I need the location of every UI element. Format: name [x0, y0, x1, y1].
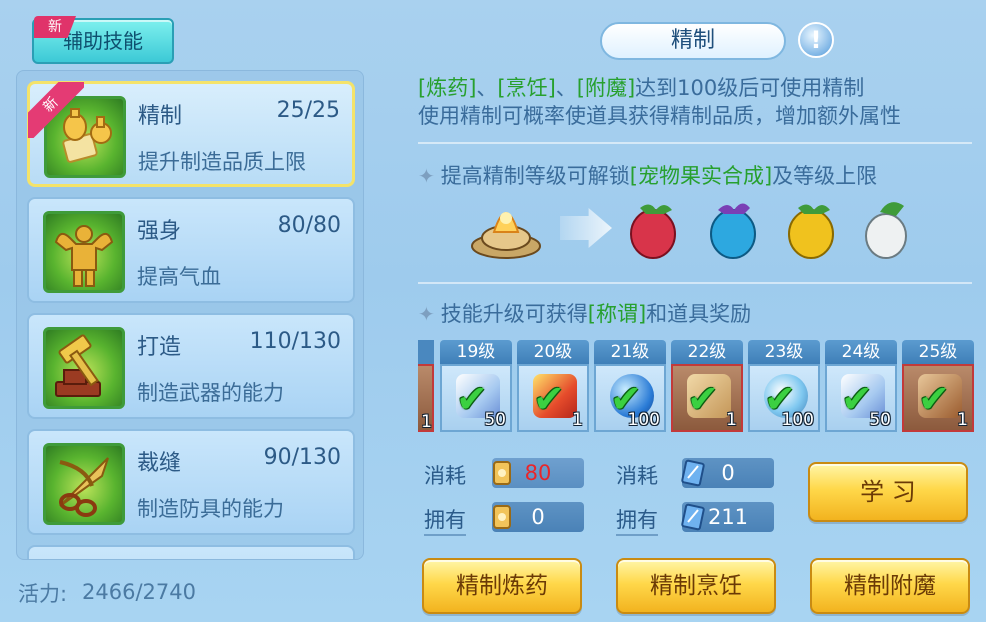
reward-level: 25级	[902, 340, 974, 364]
reward-level: 22级	[671, 340, 743, 364]
info-icon[interactable]: !	[798, 22, 834, 58]
skill-level: 25/25	[276, 98, 340, 123]
reward-cell[interactable]: 21级 ✔ 100	[594, 340, 666, 432]
skill-item-tailor[interactable]: 裁缝 90/130 制造防具的能力	[27, 429, 355, 535]
check-icon: ✔	[687, 377, 719, 421]
crystal-own-label: 拥有	[616, 504, 658, 536]
vitality-own-label: 拥有	[424, 504, 466, 536]
vitality-consume-label: 消耗	[424, 464, 466, 488]
skill-name: 打造	[137, 335, 182, 360]
alchemy-furnace-icon[interactable]	[470, 198, 541, 260]
yellow-pet-fruit-icon[interactable]	[782, 198, 844, 260]
new-ribbon: 新	[28, 82, 84, 138]
check-icon: ✔	[841, 377, 873, 421]
vitality-scroll-icon	[493, 461, 511, 485]
skill-item-refine[interactable]: 新 精制 25/25 提升制造品质上限	[27, 81, 355, 187]
reward-cell-partial[interactable]: 1	[418, 340, 434, 432]
skill-item-forge[interactable]: 打造 110/130 制造武器的能力	[27, 313, 355, 419]
strongman-icon	[43, 211, 125, 293]
reward-cell[interactable]: 23级 ✔ 100	[748, 340, 820, 432]
reward-cell[interactable]: 24级 ✔ 50	[825, 340, 897, 432]
check-icon: ✔	[533, 377, 565, 421]
divider	[418, 282, 972, 284]
red-pet-fruit-icon[interactable]	[624, 198, 686, 260]
skill-desc: 制造武器的能力	[137, 381, 284, 405]
description-text: 使用精制可概率使道具获得精制品质，增加额外属性	[418, 104, 901, 128]
skill-desc: 提高气血	[137, 265, 221, 289]
skill-name: 强身	[137, 219, 182, 244]
vitality-value: 2466/2740	[82, 580, 196, 604]
refine-alchemy-button[interactable]: 精制炼药	[422, 558, 582, 614]
skill-desc: 制造防具的能力	[137, 497, 284, 521]
skill-name: 裁缝	[137, 451, 182, 476]
learn-button[interactable]: 学 习	[808, 462, 968, 522]
skill-level: 90/130	[263, 445, 341, 470]
skill-title: 精制	[600, 22, 786, 60]
unlock-heading: ✦ 提高精制等级可解锁[宠物果实合成]及等级上限	[418, 164, 878, 188]
skill-level: 110/130	[249, 329, 341, 354]
skill-desc: 提升制造品质上限	[138, 150, 306, 174]
reward-cell[interactable]: 22级 ✔ 1	[671, 340, 743, 432]
check-icon: ✔	[456, 377, 488, 421]
scissors-icon	[43, 443, 125, 525]
reward-level: 23级	[748, 340, 820, 364]
reward-level: 21级	[594, 340, 666, 364]
requirement-text: [炼药]、[烹饪]、[附魔]达到100级后可使用精制	[418, 76, 865, 100]
vitality-label: 活力:	[18, 582, 68, 606]
crystal-card-icon	[681, 503, 705, 531]
check-icon: ✔	[918, 377, 950, 421]
divider	[418, 142, 972, 144]
skill-item-strengthen[interactable]: 强身 80/80 提高气血	[27, 197, 355, 303]
skill-item-partial[interactable]	[27, 545, 355, 559]
refine-enchant-button[interactable]: 精制附魔	[810, 558, 970, 614]
skill-level: 80/80	[277, 213, 341, 238]
reward-cell[interactable]: 19级 ✔ 50	[440, 340, 512, 432]
sparkle-icon: ✦	[418, 302, 435, 326]
reward-cell[interactable]: 20级 ✔ 1	[517, 340, 589, 432]
sparkle-icon: ✦	[418, 164, 435, 188]
tab-label: 辅助技能	[63, 29, 143, 53]
crystal-card-icon	[681, 459, 705, 487]
white-pet-fruit-icon[interactable]	[860, 198, 922, 260]
skill-list[interactable]: 新 精制 25/25 提升制造品质上限 强身 80/80 提高气血 打造 110…	[16, 70, 364, 560]
skill-name: 精制	[138, 104, 183, 129]
blue-pet-fruit-icon[interactable]	[704, 198, 766, 260]
vitality-scroll-icon	[493, 505, 511, 529]
arrow-right-icon	[560, 208, 612, 248]
reward-level: 19级	[440, 340, 512, 364]
hammer-anvil-icon	[43, 327, 125, 409]
reward-level: 20级	[517, 340, 589, 364]
reward-cell[interactable]: 25级 ✔ 1	[902, 340, 974, 432]
reward-level: 24级	[825, 340, 897, 364]
crystal-consume-label: 消耗	[616, 464, 658, 488]
reward-heading: ✦ 技能升级可获得[称谓]和道具奖励	[418, 302, 752, 326]
refine-cooking-button[interactable]: 精制烹饪	[616, 558, 776, 614]
